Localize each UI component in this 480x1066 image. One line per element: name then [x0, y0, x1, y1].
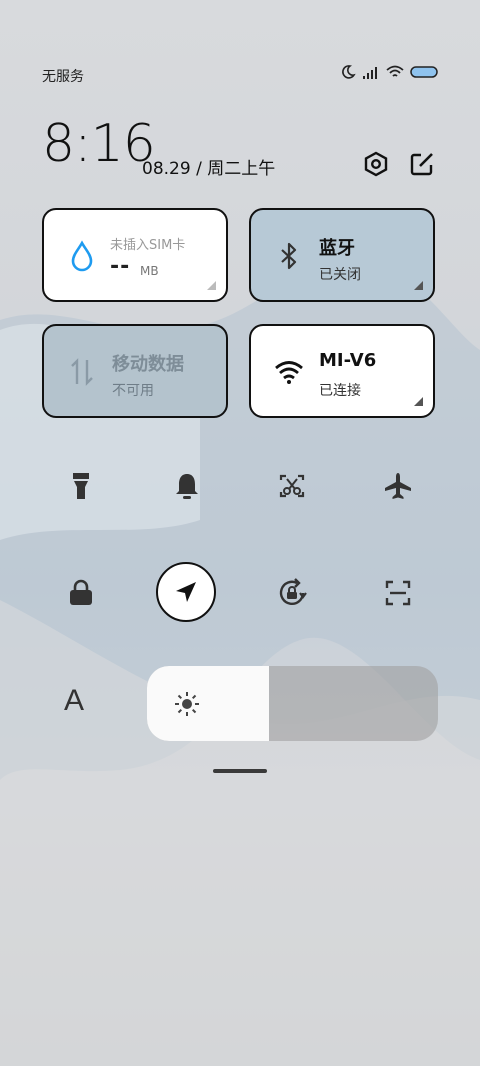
data-arrows-icon	[66, 356, 98, 388]
wifi-icon	[273, 356, 305, 388]
screenshot-icon[interactable]	[262, 456, 322, 516]
status-icons	[340, 64, 438, 80]
brightness-fill	[147, 666, 270, 741]
expand-corner	[414, 281, 423, 290]
font-size-button[interactable]: A	[64, 684, 84, 718]
rotation-lock-icon[interactable]	[262, 563, 322, 623]
wifi-icon	[386, 65, 404, 79]
water-drop-icon	[66, 240, 98, 272]
location-icon[interactable]	[156, 562, 216, 622]
bluetooth-title: 蓝牙	[319, 238, 355, 259]
brightness-slider[interactable]	[147, 666, 438, 741]
bluetooth-icon	[273, 240, 305, 272]
mobile-data-tile[interactable]: 移动数据 不可用	[42, 324, 228, 418]
airplane-icon[interactable]	[368, 456, 428, 516]
mobile-data-status: 不可用	[112, 383, 154, 399]
moon-icon	[340, 64, 356, 80]
sun-icon	[173, 690, 201, 718]
wifi-network-name: MI-V6	[319, 350, 377, 371]
expand-corner	[414, 397, 423, 406]
signal-icon	[362, 65, 380, 79]
clock-time: 8:16	[42, 114, 156, 174]
wifi-tile[interactable]: MI-V6 已连接	[249, 324, 435, 418]
data-usage-unit: MB	[140, 264, 159, 278]
panel-drag-handle[interactable]	[213, 769, 267, 773]
data-usage-value: --	[110, 254, 131, 279]
date-label: 08.29 / 周二上午	[142, 159, 276, 179]
flashlight-icon[interactable]	[51, 456, 111, 516]
lock-icon[interactable]	[51, 563, 111, 623]
bluetooth-tile[interactable]: 蓝牙 已关闭	[249, 208, 435, 302]
edit-icon[interactable]	[406, 148, 438, 180]
bluetooth-status: 已关闭	[319, 267, 361, 283]
sim-data-tile[interactable]: 未插入SIM卡 -- MB	[42, 208, 228, 302]
expand-corner	[207, 281, 216, 290]
mobile-data-title: 移动数据	[112, 354, 184, 375]
wifi-status: 已连接	[319, 383, 361, 399]
battery-icon	[410, 66, 438, 78]
bell-icon[interactable]	[157, 456, 217, 516]
sim-title: 未插入SIM卡	[110, 238, 186, 253]
settings-icon[interactable]	[360, 148, 392, 180]
scan-icon[interactable]	[368, 563, 428, 623]
carrier-status: 无服务	[42, 69, 84, 85]
